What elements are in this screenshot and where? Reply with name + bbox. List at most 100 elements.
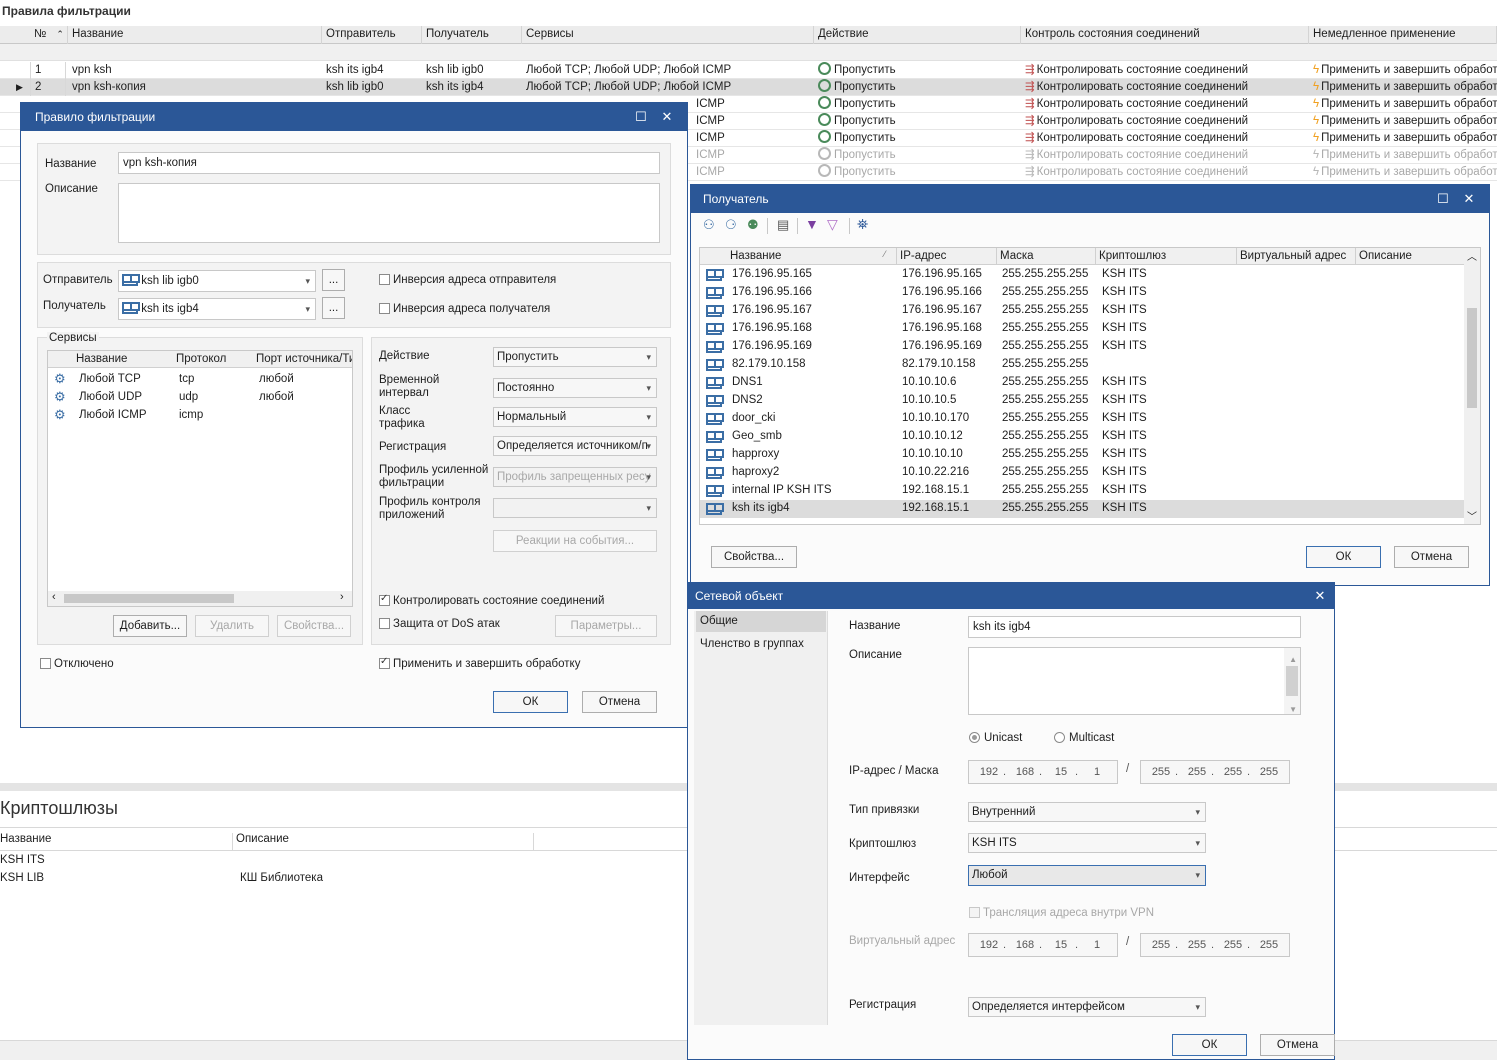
reactions-button[interactable]: Реакции на события... <box>493 530 657 552</box>
netobj-reg-combo[interactable]: Определяется интерфейсом <box>968 997 1206 1017</box>
list-item[interactable]: ⚙ Любой TCP tcp любой <box>48 371 352 389</box>
rcv-ok-button[interactable]: ОК <box>1306 546 1381 568</box>
unicast-radio[interactable]: Unicast <box>969 732 1022 744</box>
filter-icon[interactable]: ▼ <box>805 216 819 232</box>
interval-combo[interactable]: Постоянно <box>493 378 657 398</box>
table-row[interactable]: 1 vpn ksh ksh its igb4 ksh lib igb0 Любой TC… <box>0 62 1497 79</box>
table-row[interactable]: ▶ 2 vpn ksh-копия ksh lib igb0 ksh its igb4 Л… <box>0 79 1497 96</box>
receiver-browse-button[interactable]: ... <box>322 297 345 319</box>
table-row[interactable]: 176.196.95.166 176.196.95.166 255.255.255.… <box>700 284 1464 302</box>
col-receiver[interactable]: Получатель <box>422 26 522 44</box>
col-state[interactable]: Контроль состояния соединений <box>1021 26 1309 44</box>
col-name[interactable]: Название <box>68 26 322 44</box>
invert-sender-checkbox[interactable]: Инверсия адреса отправителя <box>379 274 556 286</box>
table-row[interactable]: 176.196.95.167 176.196.95.167 255.255.255.… <box>700 302 1464 320</box>
close-icon[interactable]: ✕ <box>1308 583 1332 609</box>
scroll-right-icon[interactable]: › <box>340 591 344 603</box>
table-row[interactable]: 176.196.95.168 176.196.95.168 255.255.255.… <box>700 320 1464 338</box>
rcv-col-name[interactable]: Название <box>730 250 781 262</box>
multicast-radio[interactable]: Multicast <box>1054 732 1114 744</box>
virt-mask-input[interactable]: 255. 255. 255. 255 <box>1140 933 1290 957</box>
services-hscrollbar[interactable]: ‹ › <box>48 591 352 606</box>
scroll-up-icon[interactable]: ︿ <box>1467 248 1477 263</box>
reg-combo[interactable]: Определяется источником/п <box>493 436 657 456</box>
properties-icon[interactable]: ▤ <box>777 217 789 233</box>
rcv-col-virt[interactable]: Виртуальный адрес <box>1240 250 1346 262</box>
netobj-desc-textarea[interactable]: ▲ ▼ <box>968 647 1301 715</box>
service-props-button[interactable]: Свойства... <box>277 615 351 637</box>
rcv-props-button[interactable]: Свойства... <box>711 546 797 568</box>
rule-ok-button[interactable]: ОК <box>493 691 568 713</box>
rcv-col-mask[interactable]: Маска <box>1000 250 1034 262</box>
rule-cancel-button[interactable]: Отмена <box>582 691 657 713</box>
nav-groups[interactable]: Членство в группах <box>696 634 826 655</box>
receiver-vscrollbar[interactable]: ︿ ﹀ <box>1464 248 1480 524</box>
close-icon[interactable]: ✕ <box>1457 185 1481 213</box>
netobj-ok-button[interactable]: ОК <box>1172 1034 1247 1056</box>
invert-receiver-checkbox[interactable]: Инверсия адреса получателя <box>379 303 550 315</box>
iface-combo[interactable]: Любой <box>968 865 1206 886</box>
stateful-checkbox[interactable]: Контролировать состояние соединений <box>379 593 604 607</box>
dos-checkbox[interactable]: Защита от DoS атак <box>379 618 500 630</box>
table-row[interactable]: haproxy2 10.10.22.216 255.255.255.255 KSH I… <box>700 464 1464 482</box>
rcv-cancel-button[interactable]: Отмена <box>1394 546 1469 568</box>
scroll-down-icon[interactable]: ﹀ <box>1467 508 1477 523</box>
table-row[interactable]: ksh its igb4 192.168.15.1 255.255.255.255 K… <box>700 500 1464 518</box>
table-row[interactable]: internal IP KSH ITS 192.168.15.1 255.255.2… <box>700 482 1464 500</box>
rcv-col-ip[interactable]: IP-адрес <box>900 250 946 262</box>
crypto-col-desc[interactable]: Описание <box>236 833 534 851</box>
close-icon[interactable]: ✕ <box>655 103 679 131</box>
filter-profile-combo[interactable]: Профиль запрещенных ресу <box>493 467 657 487</box>
table-row[interactable]: 176.196.95.169 176.196.95.169 255.255.255.… <box>700 338 1464 356</box>
list-item[interactable]: ⚙ Любой UDP udp любой <box>48 389 352 407</box>
ip-address-input[interactable]: 192. 168. 15. 1 <box>968 760 1118 784</box>
table-row[interactable]: Geo_smb 10.10.10.12 255.255.255.255 KSH ITS <box>700 428 1464 446</box>
svc-col-proto[interactable]: Протокол <box>176 353 226 365</box>
sender-browse-button[interactable]: ... <box>322 269 345 291</box>
crypto-col-name[interactable]: Название <box>0 833 233 851</box>
table-row[interactable]: KSH LIB КШ Библиотека <box>0 870 700 888</box>
params-button[interactable]: Параметры... <box>555 615 657 637</box>
table-row[interactable]: DNS2 10.10.10.5 255.255.255.255 KSH ITS <box>700 392 1464 410</box>
nat-vpn-checkbox[interactable]: Трансляция адреса внутри VPN <box>969 907 1154 919</box>
add-group-icon[interactable]: ⚉ <box>747 217 759 233</box>
col-action[interactable]: Действие <box>814 26 1021 44</box>
gw-combo[interactable]: KSH ITS <box>968 833 1206 853</box>
app-profile-combo[interactable] <box>493 498 657 518</box>
scroll-down-icon[interactable]: ▼ <box>1289 700 1297 714</box>
col-sender[interactable]: Отправитель <box>322 26 422 44</box>
maximize-icon[interactable]: ☐ <box>629 103 653 131</box>
virt-ip-input[interactable]: 192. 168. 15. 1 <box>968 933 1118 957</box>
nav-general[interactable]: Общие <box>696 611 826 632</box>
apply-finish-checkbox[interactable]: Применить и завершить обработку <box>379 656 580 670</box>
add-host-icon[interactable]: ⚆ <box>725 217 737 233</box>
list-item[interactable]: ⚙ Любой ICMP icmp <box>48 407 352 425</box>
bind-combo[interactable]: Внутренний <box>968 802 1206 822</box>
sender-combo[interactable]: ksh lib igb0 <box>118 270 316 292</box>
table-row[interactable]: KSH ITS <box>0 852 700 870</box>
table-row[interactable]: 176.196.95.165 176.196.95.165 255.255.255.… <box>700 266 1464 284</box>
col-apply[interactable]: Немедленное применение <box>1309 26 1497 44</box>
svc-col-port[interactable]: Порт источника/Ти <box>256 353 352 365</box>
col-services[interactable]: Сервисы <box>522 26 814 44</box>
receiver-combo[interactable]: ksh its igb4 <box>118 298 316 320</box>
name-input[interactable]: vpn ksh-копия <box>118 152 660 174</box>
col-num[interactable]: № ⌃ <box>10 26 68 44</box>
disabled-checkbox[interactable]: Отключено <box>40 658 114 670</box>
add-service-button[interactable]: Добавить... <box>113 615 187 637</box>
scroll-left-icon[interactable]: ‹ <box>52 591 56 603</box>
rcv-col-gw[interactable]: Криптошлюз <box>1099 250 1166 262</box>
rcv-col-desc[interactable]: Описание <box>1359 250 1412 262</box>
clear-filter-icon[interactable]: ▽ <box>827 216 838 233</box>
delete-service-button[interactable]: Удалить <box>195 615 269 637</box>
action-combo[interactable]: Пропустить <box>493 347 657 367</box>
netobj-name-input[interactable]: ksh its igb4 <box>968 616 1301 638</box>
maximize-icon[interactable]: ☐ <box>1431 185 1455 213</box>
table-row[interactable]: happroxy 10.10.10.10 255.255.255.255 KSH IT… <box>700 446 1464 464</box>
add-network-icon[interactable]: ⚇ <box>703 217 715 233</box>
svc-col-name[interactable]: Название <box>76 353 127 365</box>
class-combo[interactable]: Нормальный <box>493 407 657 427</box>
table-row[interactable]: door_cki 10.10.10.170 255.255.255.255 KSH I… <box>700 410 1464 428</box>
table-row[interactable]: DNS1 10.10.10.6 255.255.255.255 KSH ITS <box>700 374 1464 392</box>
table-row[interactable]: 82.179.10.158 82.179.10.158 255.255.255.25… <box>700 356 1464 374</box>
